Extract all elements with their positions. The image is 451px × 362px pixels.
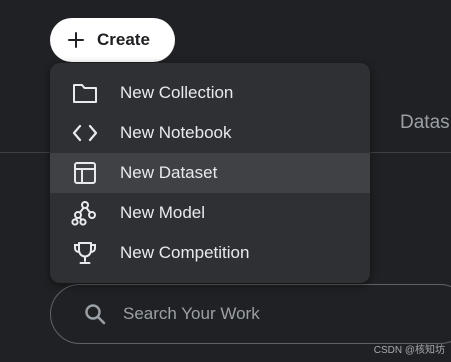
folder-icon	[70, 78, 100, 108]
menu-item-label: New Notebook	[120, 123, 232, 142]
watermark: CSDN @核知坊	[373, 345, 445, 356]
plus-icon	[68, 32, 84, 48]
model-icon	[70, 198, 100, 228]
create-button-label: Create	[97, 30, 150, 49]
menu-item-label: New Collection	[120, 83, 234, 102]
menu-item-new-collection[interactable]: New Collection	[50, 73, 370, 113]
tab-datasets[interactable]: Datas	[400, 112, 450, 134]
create-button[interactable]: Create	[50, 18, 175, 62]
menu-item-label: New Competition	[120, 243, 250, 262]
menu-item-new-dataset[interactable]: New Dataset	[50, 153, 370, 193]
create-menu: New Collection New Notebook New Dataset	[50, 63, 370, 283]
code-icon	[70, 118, 100, 148]
menu-item-new-model[interactable]: New Model	[50, 193, 370, 233]
search-icon	[85, 304, 106, 325]
search-bar[interactable]	[50, 284, 451, 344]
search-input[interactable]	[121, 303, 375, 325]
menu-item-new-notebook[interactable]: New Notebook	[50, 113, 370, 153]
menu-item-label: New Model	[120, 203, 206, 222]
menu-item-label: New Dataset	[120, 163, 218, 182]
menu-item-new-competition[interactable]: New Competition	[50, 233, 370, 273]
trophy-icon	[70, 238, 100, 268]
table-icon	[70, 158, 100, 188]
